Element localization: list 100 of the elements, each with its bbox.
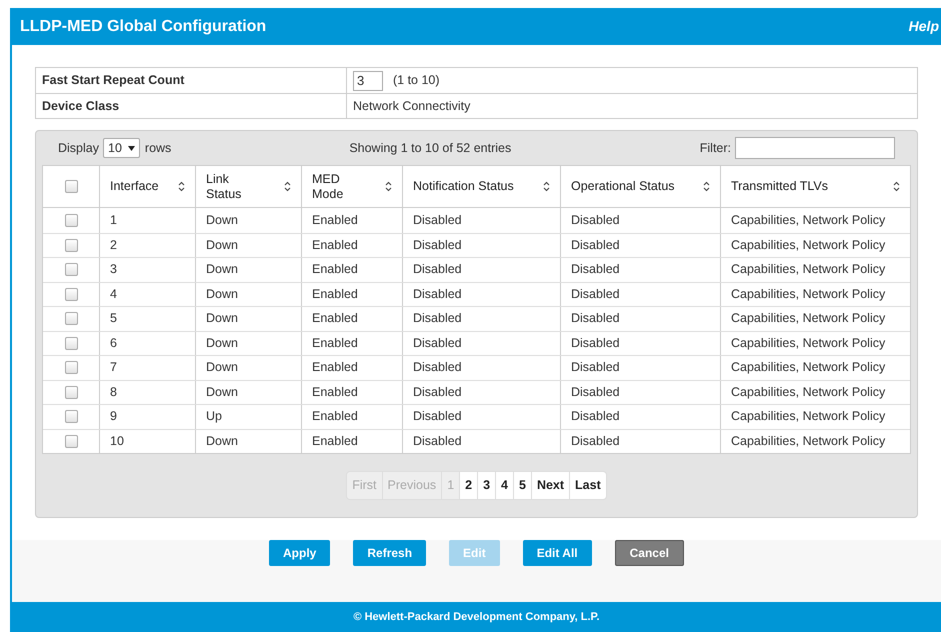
table-cell: Enabled xyxy=(302,258,403,282)
table-cell: Down xyxy=(196,430,302,453)
table-cell: Down xyxy=(196,208,302,232)
table-cell: 1 xyxy=(100,208,196,232)
filter-label: Filter: xyxy=(700,140,731,157)
checkbox[interactable] xyxy=(64,288,78,301)
table-cell: Enabled xyxy=(302,282,403,306)
table-cell: Down xyxy=(196,380,302,404)
table-cell: Disabled xyxy=(561,356,721,380)
page-button[interactable]: 2 xyxy=(460,472,478,499)
setting-value: Network Connectivity xyxy=(353,98,470,115)
sort-icon xyxy=(385,181,392,192)
checkbox[interactable] xyxy=(64,180,78,193)
caret-icon xyxy=(128,146,135,150)
page-button[interactable]: Last xyxy=(570,472,606,499)
column-header[interactable]: Notification Status xyxy=(403,166,561,207)
table-cell: Enabled xyxy=(302,380,403,404)
table-cell: Disabled xyxy=(403,332,561,355)
table-cell: Enabled xyxy=(302,430,403,453)
table-cell: Disabled xyxy=(561,208,721,232)
table-cell: Down xyxy=(196,234,302,257)
table-cell-text: Capabilities, Network Policy xyxy=(730,359,886,376)
column-header[interactable]: Interface xyxy=(100,166,196,207)
table-cell: Disabled xyxy=(561,234,721,257)
table-cell: 6 xyxy=(100,332,196,355)
checkbox[interactable] xyxy=(64,361,78,374)
sort-icon xyxy=(178,181,185,192)
table-cell-text: Capabilities, Network Policy xyxy=(730,384,886,401)
table-cell: Enabled xyxy=(302,405,403,428)
table-cell: Down xyxy=(196,332,302,355)
table-cell-text: Capabilities, Network Policy xyxy=(730,310,886,328)
checkbox[interactable] xyxy=(64,386,78,399)
table-cell: Disabled xyxy=(403,234,561,257)
checkbox[interactable] xyxy=(64,238,78,252)
page-button[interactable]: 4 xyxy=(496,472,514,499)
checkbox[interactable] xyxy=(64,434,78,448)
display-label: Display xyxy=(58,140,99,157)
filter-field[interactable] xyxy=(735,137,895,159)
checkbox[interactable] xyxy=(64,410,78,424)
setting-label: Device Class xyxy=(42,98,120,115)
checkbox[interactable] xyxy=(64,336,78,350)
page-button[interactable]: 3 xyxy=(478,472,496,499)
table-cell: Disabled xyxy=(403,258,561,282)
table-cell: Down xyxy=(196,258,302,282)
page-button[interactable]: Next xyxy=(532,472,570,499)
table-cell-text: Capabilities, Network Policy xyxy=(730,212,886,229)
table-cell: Disabled xyxy=(403,208,561,232)
table-cell: Disabled xyxy=(403,380,561,404)
table-cell: Down xyxy=(196,307,302,330)
table-cell-text: Capabilities, Network Policy xyxy=(730,286,886,303)
table-cell: Disabled xyxy=(561,282,721,306)
repeat-count-field[interactable]: 3 xyxy=(353,70,383,90)
table-cell: Enabled xyxy=(302,208,403,232)
table-cell: Disabled xyxy=(403,356,561,380)
copyright-text: © Hewlett-Packard Development Company, L.P. xyxy=(353,610,600,625)
page-title: LLDP-MED Global Configuration xyxy=(20,16,266,36)
table-cell: 9 xyxy=(100,405,196,428)
sort-icon xyxy=(543,181,550,192)
table-cell-text: Capabilities, Network Policy xyxy=(730,432,886,450)
page-button[interactable]: 5 xyxy=(514,472,532,499)
table-cell-text: Capabilities, Network Policy xyxy=(730,236,886,254)
table-cell-text: Capabilities, Network Policy xyxy=(730,261,886,278)
column-header[interactable]: Operational Status xyxy=(561,166,721,207)
table-cell: Enabled xyxy=(302,234,403,257)
table-cell: Disabled xyxy=(561,332,721,355)
table-cell: Enabled xyxy=(302,307,403,330)
table-cell-text: Capabilities, Network Policy xyxy=(730,334,886,352)
table-cell: 3 xyxy=(100,258,196,282)
table-cell: Disabled xyxy=(561,258,721,282)
table-cell: Disabled xyxy=(561,380,721,404)
table-cell: 5 xyxy=(100,307,196,330)
table-cell: Disabled xyxy=(561,430,721,453)
column-header[interactable]: Transmitted TLVs xyxy=(721,166,910,207)
action-button[interactable]: Cancel xyxy=(614,540,684,566)
table-cell: Disabled xyxy=(403,282,561,306)
sort-icon xyxy=(284,181,291,192)
table-cell: Down xyxy=(196,282,302,306)
column-header[interactable]: Link Status xyxy=(196,166,302,207)
column-header[interactable]: MED Mode xyxy=(302,166,403,207)
checkbox[interactable] xyxy=(64,312,78,326)
rows-select[interactable]: 10 xyxy=(103,138,140,158)
range-hint: (1 to 10) xyxy=(393,72,440,90)
table-cell: Enabled xyxy=(302,356,403,380)
entries-info: Showing 1 to 10 of 52 entries xyxy=(349,140,512,157)
table-cell-text: Capabilities, Network Policy xyxy=(730,408,886,426)
rows-label: rows xyxy=(144,140,172,157)
table-cell: Up xyxy=(196,405,302,428)
table-cell: 10 xyxy=(100,430,196,453)
table-cell: 4 xyxy=(100,282,196,306)
table-cell: Enabled xyxy=(302,332,403,355)
sort-icon xyxy=(893,181,900,192)
table-cell: Down xyxy=(196,356,302,380)
table-cell: 8 xyxy=(100,380,196,404)
checkbox[interactable] xyxy=(64,263,78,276)
table-cell: Disabled xyxy=(403,430,561,453)
table-cell: Disabled xyxy=(403,405,561,428)
table-cell: 7 xyxy=(100,356,196,380)
sort-icon xyxy=(703,181,710,192)
table-cell: 2 xyxy=(100,234,196,257)
checkbox[interactable] xyxy=(64,214,78,227)
